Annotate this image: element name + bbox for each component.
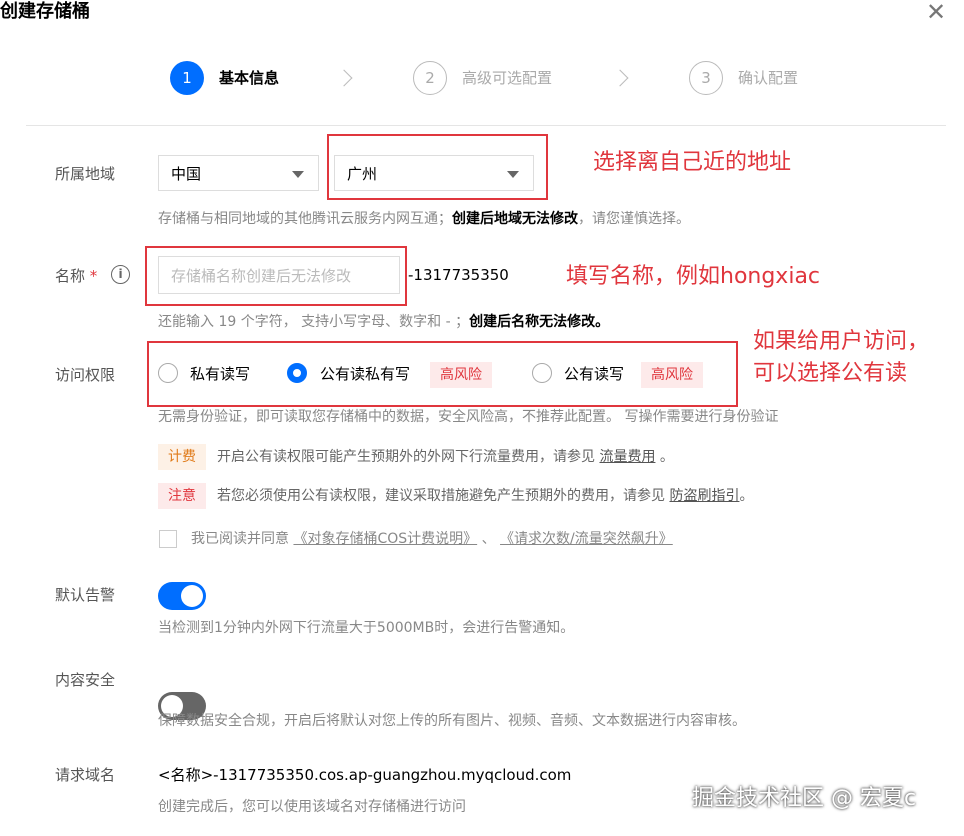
city-select[interactable]: 广州 xyxy=(334,155,534,191)
access-label: 访问权限 xyxy=(55,366,116,384)
chevron-right-icon xyxy=(611,69,629,87)
dialog-title: 创建存储桶 xyxy=(0,1,90,22)
access-annotation-line1: 如果给用户访问， xyxy=(753,329,930,354)
bucket-name-input[interactable]: 存储桶名称创建后无法修改 xyxy=(158,256,400,294)
step-2-number: 2 xyxy=(413,61,447,95)
country-select[interactable]: 中国 xyxy=(158,155,319,191)
radio-public-read[interactable] xyxy=(287,363,307,383)
step-3-label: 确认配置 xyxy=(738,69,799,87)
request-domain-value: <名称>-1317735350.cos.ap-guangzhou.myqclou… xyxy=(158,766,572,784)
name-annotation: 填写名称，例如hongxiac xyxy=(566,264,821,289)
step-2-label: 高级可选配置 xyxy=(462,69,553,87)
name-suffix: -1317735350 xyxy=(408,266,509,284)
step-1-number: 1 xyxy=(170,61,204,95)
content-security-hint: 保障数据安全合规，开启后将默认对您上传的所有图片、视频、音频、文本数据进行内容审… xyxy=(158,713,746,729)
request-domain-hint: 创建完成后，您可以使用该域名对存储桶进行访问 xyxy=(158,799,466,815)
request-domain-label: 请求域名 xyxy=(55,766,116,784)
access-annotation-line2: 可以选择公有读 xyxy=(753,361,908,386)
name-label: 名称 * xyxy=(55,267,98,285)
radio-public-read-label[interactable]: 公有读私有写 xyxy=(320,364,410,384)
chevron-right-icon xyxy=(335,69,353,87)
access-description: 无需身份验证，即可读取您存储桶中的数据，安全风险高，不推荐此配置。 写操作需要进… xyxy=(158,409,779,425)
name-hint: 还能输入 19 个字符， 支持小写字母、数字和 - ；创建后名称无法修改。 xyxy=(158,314,610,330)
agree-checkbox[interactable] xyxy=(159,530,177,548)
step-3-number: 3 xyxy=(689,61,723,95)
watermark: 掘金技术社区 @ 宏夏c xyxy=(692,786,917,811)
fee-notice: 开启公有读权限可能产生预期外的外网下行流量费用，请参见 流量费用 。 xyxy=(217,449,674,465)
note-notice: 若您必须使用公有读权限，建议采取措施避免产生预期外的费用，请参见 防盗刷指引。 xyxy=(217,488,754,504)
risk-badge: 高风险 xyxy=(641,362,703,388)
alarm-label: 默认告警 xyxy=(55,586,116,604)
caret-down-icon xyxy=(292,171,304,178)
city-select-value: 广州 xyxy=(347,164,378,183)
step-1-label: 基本信息 xyxy=(219,69,280,87)
caret-down-icon xyxy=(507,171,519,178)
content-security-label: 内容安全 xyxy=(55,671,116,689)
header-divider xyxy=(26,125,946,126)
traffic-fee-link[interactable]: 流量费用 xyxy=(599,449,655,465)
note-tag: 注意 xyxy=(158,483,206,509)
region-label: 所属地域 xyxy=(55,165,116,183)
required-mark: * xyxy=(89,267,98,285)
agree-text: 我已阅读并同意 《对象存储桶COS计费说明》 、 《请求次数/流量突然飙升》 xyxy=(191,531,673,547)
toggle-knob xyxy=(181,585,203,607)
traffic-spike-link[interactable]: 《请求次数/流量突然飙升》 xyxy=(500,531,673,547)
cos-billing-link[interactable]: 《对象存储桶COS计费说明》 xyxy=(293,531,477,547)
risk-badge: 高风险 xyxy=(430,362,492,388)
radio-private[interactable] xyxy=(158,363,178,383)
anti-theft-guide-link[interactable]: 防盗刷指引 xyxy=(669,488,739,504)
region-hint: 存储桶与相同地域的其他腾讯云服务内网互通；创建后地域无法修改，请您谨慎选择。 xyxy=(158,211,690,227)
country-select-value: 中国 xyxy=(171,164,202,183)
fee-tag: 计费 xyxy=(158,444,206,470)
close-icon[interactable]: ✕ xyxy=(926,0,946,24)
radio-private-label[interactable]: 私有读写 xyxy=(190,364,250,384)
radio-public-read-write[interactable] xyxy=(532,363,552,383)
region-annotation: 选择离自己近的地址 xyxy=(593,150,792,175)
alarm-hint: 当检测到1分钟内外网下行流量大于5000MB时，会进行告警通知。 xyxy=(158,620,575,636)
info-icon[interactable]: i xyxy=(111,265,130,284)
radio-public-read-write-label[interactable]: 公有读写 xyxy=(564,364,624,384)
alarm-toggle[interactable] xyxy=(158,582,206,610)
